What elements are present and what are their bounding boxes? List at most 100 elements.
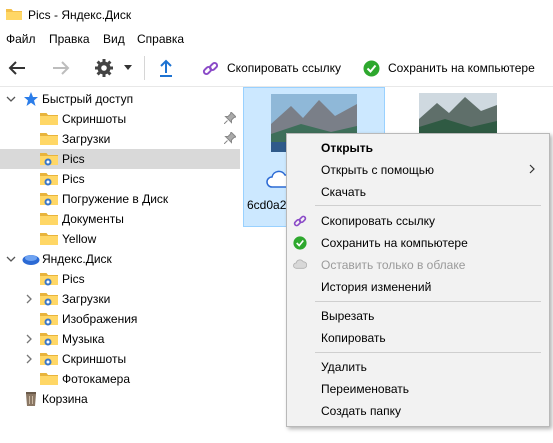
check-circle-icon bbox=[363, 60, 380, 76]
tree-label: Изображения bbox=[62, 312, 138, 326]
menu-item-copy-link[interactable]: Скопировать ссылку bbox=[287, 210, 549, 232]
tree-item-disk-downloads[interactable]: Загрузки bbox=[0, 289, 240, 309]
window-title: Pics - Яндекс.Диск bbox=[28, 8, 132, 22]
folder-icon bbox=[40, 113, 58, 125]
tree-yandex-disk[interactable]: Яндекс.Диск bbox=[0, 249, 240, 269]
tree-item-disk-images[interactable]: Изображения bbox=[0, 309, 240, 329]
tree-item-disk-music[interactable]: Музыка bbox=[0, 329, 240, 349]
chevron-right-icon[interactable] bbox=[24, 293, 34, 305]
tree-label: Pics bbox=[62, 152, 85, 166]
tree-label: Корзина bbox=[42, 392, 88, 406]
cloud-folder-icon bbox=[40, 313, 58, 326]
menu-item-rename[interactable]: Переименовать bbox=[287, 378, 549, 400]
gear-icon bbox=[95, 59, 113, 77]
image-thumbnail[interactable] bbox=[419, 93, 497, 137]
menu-label: Переименовать bbox=[321, 382, 409, 396]
menu-edit[interactable]: Правка bbox=[49, 32, 90, 46]
tree-item-disk-screenshots[interactable]: Скриншоты bbox=[0, 349, 240, 369]
title-bar: Pics - Яндекс.Диск bbox=[0, 0, 553, 30]
menu-label: История изменений bbox=[321, 280, 432, 294]
back-button[interactable] bbox=[8, 50, 26, 86]
menu-label: Удалить bbox=[321, 360, 367, 374]
pin-icon[interactable] bbox=[224, 112, 236, 124]
tree-item-disk-pics[interactable]: Pics bbox=[0, 269, 240, 289]
toolbar: Скопировать ссылку Сохранить на компьюте… bbox=[0, 50, 553, 87]
tree-item-pics[interactable]: Pics bbox=[0, 169, 240, 189]
chevron-right-icon[interactable] bbox=[24, 333, 34, 345]
forward-arrow-icon bbox=[53, 61, 70, 75]
star-icon bbox=[24, 92, 38, 106]
tree-quick-access[interactable]: Быстрый доступ bbox=[0, 89, 240, 109]
menu-item-delete[interactable]: Удалить bbox=[287, 356, 549, 378]
menu-separator bbox=[315, 352, 541, 353]
chevron-down-icon bbox=[6, 256, 16, 262]
menu-item-history[interactable]: История изменений bbox=[287, 276, 549, 298]
navigation-tree: Быстрый доступ Скриншоты Загрузки Pics P… bbox=[0, 87, 240, 443]
tree-label: Документы bbox=[62, 212, 124, 226]
menu-item-save-to-computer[interactable]: Сохранить на компьютере bbox=[287, 232, 549, 254]
tree-label: Фотокамера bbox=[62, 372, 131, 386]
save-to-computer-button[interactable]: Сохранить на компьютере bbox=[363, 50, 535, 86]
menu-item-open-with[interactable]: Открыть с помощью bbox=[287, 159, 549, 181]
tree-item-pics-selected[interactable]: Pics bbox=[0, 149, 240, 169]
cloud-folder-icon bbox=[40, 353, 58, 366]
copy-link-button[interactable]: Скопировать ссылку bbox=[202, 50, 341, 86]
toolbar-separator bbox=[144, 56, 145, 80]
link-icon bbox=[202, 61, 219, 75]
chevron-down-icon bbox=[6, 96, 16, 102]
menu-item-download[interactable]: Скачать bbox=[287, 181, 549, 203]
tree-item-trash[interactable]: Корзина bbox=[0, 389, 240, 409]
tree-item-downloads[interactable]: Загрузки bbox=[0, 129, 240, 149]
menu-label: Скопировать ссылку bbox=[321, 214, 436, 228]
tree-label: Загрузки bbox=[62, 292, 111, 306]
back-arrow-icon bbox=[8, 61, 25, 75]
folder-icon bbox=[6, 9, 22, 20]
menu-label: Открыть с помощью bbox=[321, 163, 435, 177]
menu-label: Оставить только в облаке bbox=[321, 258, 466, 272]
menu-item-cloud-only: Оставить только в облаке bbox=[287, 254, 549, 276]
tree-item-disk-camera[interactable]: Фотокамера bbox=[0, 369, 240, 389]
tree-label: Музыка bbox=[62, 332, 105, 346]
menu-separator bbox=[315, 205, 541, 206]
cloud-folder-icon bbox=[40, 173, 58, 186]
folder-icon bbox=[40, 213, 58, 225]
settings-button[interactable] bbox=[94, 50, 132, 86]
tree-item-yellow[interactable]: Yellow bbox=[0, 229, 240, 249]
menu-help[interactable]: Справка bbox=[137, 32, 184, 46]
menu-label: Скачать bbox=[321, 185, 366, 199]
tree-item-screenshots[interactable]: Скриншоты bbox=[0, 109, 240, 129]
tree-label: Скриншоты bbox=[62, 112, 127, 126]
cloud-folder-icon bbox=[40, 293, 58, 306]
cloud-folder-icon bbox=[40, 273, 58, 286]
menu-view[interactable]: Вид bbox=[103, 32, 125, 46]
menu-item-copy[interactable]: Копировать bbox=[287, 327, 549, 349]
menu-label: Открыть bbox=[321, 141, 374, 155]
folder-icon bbox=[40, 133, 58, 145]
chevron-right-icon bbox=[529, 164, 535, 174]
upload-button[interactable] bbox=[159, 50, 173, 86]
menu-label: Создать папку bbox=[321, 404, 401, 418]
tree-label: Погружение в Диск bbox=[62, 192, 169, 206]
cloud-icon bbox=[293, 259, 307, 269]
menu-item-cut[interactable]: Вырезать bbox=[287, 305, 549, 327]
copy-link-label: Скопировать ссылку bbox=[227, 61, 342, 75]
tree-label: Yellow bbox=[62, 232, 97, 246]
folder-icon bbox=[40, 373, 58, 385]
menu-file[interactable]: Файл bbox=[6, 32, 36, 46]
chevron-right-icon[interactable] bbox=[24, 353, 34, 365]
save-to-computer-label: Сохранить на компьютере bbox=[388, 61, 535, 75]
cloud-folder-icon bbox=[40, 193, 58, 206]
tree-label: Быстрый доступ bbox=[42, 92, 134, 106]
tree-item-immersion[interactable]: Погружение в Диск bbox=[0, 189, 240, 209]
tree-label: Яндекс.Диск bbox=[42, 252, 112, 266]
tree-item-documents[interactable]: Документы bbox=[0, 209, 240, 229]
menu-item-new-folder[interactable]: Создать папку bbox=[287, 400, 549, 422]
cloud-folder-icon bbox=[40, 153, 58, 166]
cloud-folder-icon bbox=[40, 333, 58, 346]
pin-icon[interactable] bbox=[224, 132, 236, 144]
menu-bar: Файл Правка Вид Справка bbox=[0, 30, 553, 50]
menu-label: Копировать bbox=[321, 331, 386, 345]
check-circle-icon bbox=[293, 236, 307, 250]
menu-item-open[interactable]: Открыть bbox=[287, 137, 549, 159]
forward-button[interactable] bbox=[52, 50, 70, 86]
